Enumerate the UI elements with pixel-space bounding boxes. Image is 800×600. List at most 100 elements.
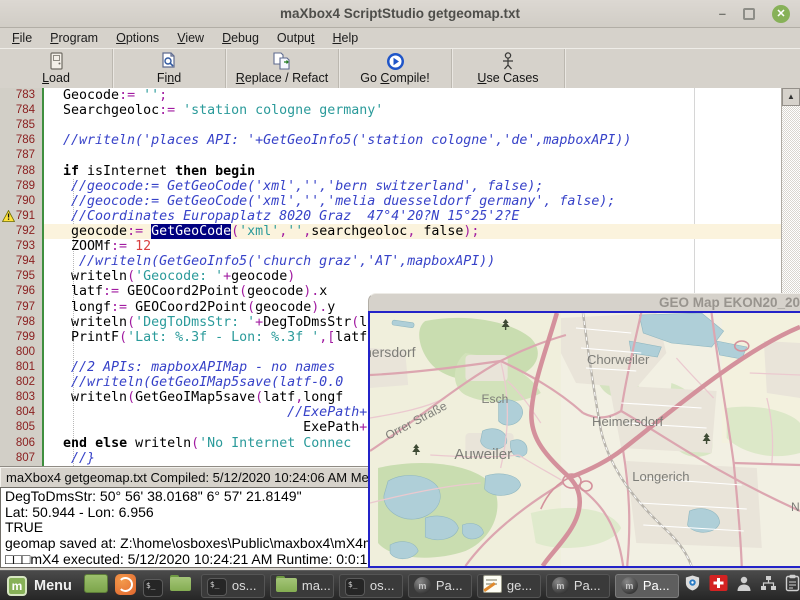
gutter-line-number: 788 — [0, 164, 44, 179]
openstreetmap-map: nersdorfChorweilerEschOrrer StraßeHeimer… — [370, 313, 800, 566]
gutter-line-number: 802 — [0, 375, 44, 390]
terminal-icon: $_ — [345, 575, 365, 596]
code-line-783[interactable]: 783 Geocode:= ''; — [0, 88, 782, 103]
gutter-line-number: 795 — [0, 269, 44, 284]
terminal-launcher-icon[interactable]: $_ — [143, 575, 163, 597]
code-line-788[interactable]: 788 if isInternet then begin — [0, 164, 782, 179]
close-button[interactable]: ✕ — [772, 5, 790, 23]
map-label: Longerich — [632, 469, 689, 484]
code-text: ZOOMf:= 12 — [44, 239, 782, 254]
find-button[interactable]: Find — [113, 49, 226, 88]
code-line-792[interactable]: 792 geocode:= GetGeoCode('xml','',search… — [0, 224, 782, 239]
maximize-button[interactable] — [743, 8, 755, 20]
taskbar-window-7[interactable]: m Pa... — [615, 574, 679, 598]
code-text: //writeln(GetGeoInfo5('church graz','AT'… — [44, 254, 782, 269]
map-canvas[interactable]: nersdorfChorweilerEschOrrer StraßeHeimer… — [368, 311, 800, 568]
replace-icon — [272, 52, 292, 70]
folder-icon — [276, 576, 297, 595]
code-line-787[interactable]: 787 — [0, 148, 782, 163]
gutter-line-number: 790 — [0, 194, 44, 209]
file-manager-launcher-icon[interactable] — [170, 575, 191, 596]
code-text: //Coordinates Europaplatz 8020 Graz 47°4… — [44, 209, 782, 224]
door-icon — [49, 52, 64, 70]
gutter-line-number: 799 — [0, 330, 44, 345]
map-label: Ni — [791, 500, 800, 514]
notepad-icon — [483, 575, 502, 596]
gutter-line-number: 803 — [0, 390, 44, 405]
selected-word[interactable]: GetGeoCode — [151, 224, 231, 239]
taskbar-window-2[interactable]: ma... — [270, 574, 334, 598]
firefox-launcher-icon[interactable] — [115, 574, 136, 597]
shield-icon[interactable] — [684, 574, 701, 597]
mint-menu-button[interactable]: m Menu — [0, 571, 84, 600]
map-title-bar[interactable]: GEO Map EKON20_20 — [368, 293, 800, 311]
taskbar: m Menu $_ $_os...ma...$_os...mPa...ge...… — [0, 570, 800, 600]
code-text: geocode:= GetGeoCode('xml','',searchgeol… — [44, 224, 782, 239]
map-window-title: GEO Map EKON20_20 — [659, 295, 800, 310]
gutter-line-number: 806 — [0, 436, 44, 451]
taskbar-windows: $_os...ma...$_os...mPa...ge...mPa...mPa.… — [201, 574, 684, 598]
network-icon[interactable] — [760, 575, 777, 597]
maxbox-icon: m — [621, 577, 638, 595]
menu-item-output[interactable]: Output — [268, 29, 324, 47]
user-icon[interactable] — [736, 575, 752, 597]
code-line-789[interactable]: 789 //geocode:= GetGeoCode('xml','','ber… — [0, 179, 782, 194]
code-text: Geocode:= ''; — [44, 88, 782, 103]
maxbox-icon: m — [414, 577, 431, 595]
desktop-screen: maXbox4 ScriptStudio getgeomap.txt – ✕ F… — [0, 0, 800, 600]
toolbar: LoadFindReplace / Refact Go Compile! Use C… — [0, 48, 800, 89]
gutter-line-number: 792 — [0, 224, 44, 239]
taskbar-window-4[interactable]: mPa... — [408, 574, 472, 598]
replace-refact-button[interactable]: Replace / Refact — [226, 49, 339, 88]
load-button[interactable]: Load — [0, 49, 113, 88]
code-line-786[interactable]: 786 //writeln('places API: '+GetGeoInfo5… — [0, 133, 782, 148]
code-text: //geocode:= GetGeoCode('xml','','melia d… — [44, 194, 782, 209]
minimize-button[interactable]: – — [719, 9, 726, 19]
gutter-line-number: 791 — [0, 209, 44, 224]
code-line-795[interactable]: 795 writeln('Geocode: '+geocode) — [0, 269, 782, 284]
code-line-784[interactable]: 784 Searchgeoloc:= 'station cologne germ… — [0, 103, 782, 118]
show-desktop-launcher-icon[interactable] — [84, 574, 108, 598]
title-bar[interactable]: maXbox4 ScriptStudio getgeomap.txt – ✕ — [0, 0, 800, 28]
gutter-line-number: 789 — [0, 179, 44, 194]
code-line-790[interactable]: 790 //geocode:= GetGeoCode('xml','','mel… — [0, 194, 782, 209]
clipboard-icon[interactable] — [785, 574, 800, 597]
menu-label: Menu — [34, 578, 72, 594]
taskbar-window-3[interactable]: $_ os... — [339, 574, 403, 598]
taskbar-window-6[interactable]: mPa... — [546, 574, 610, 598]
map-label: Chorweiler — [587, 352, 650, 367]
code-text: writeln('Geocode: '+geocode) — [44, 269, 782, 284]
code-line-785[interactable]: 785 — [0, 118, 782, 133]
gutter-line-number: 793 — [0, 239, 44, 254]
toolbar-button-label: Go Compile! — [360, 71, 429, 85]
gutter-line-number: 800 — [0, 345, 44, 360]
code-line-794[interactable]: 794 //writeln(GetGeoInfo5('church graz',… — [0, 254, 782, 269]
scrollbar-up-button[interactable]: ▲ — [782, 88, 800, 106]
taskbar-window-5[interactable]: ge... — [477, 574, 541, 598]
menu-item-debug[interactable]: Debug — [213, 29, 268, 47]
taskbar-window-label: os... — [232, 578, 257, 593]
taskbar-window-label: os... — [370, 578, 395, 593]
menu-item-program[interactable]: Program — [41, 29, 107, 47]
menu-bar: FileProgramOptionsViewDebugOutputHelp — [0, 28, 800, 48]
map-label: nersdorf — [370, 344, 416, 360]
taskbar-window-1[interactable]: $_os... — [201, 574, 265, 598]
menu-item-file[interactable]: File — [3, 29, 41, 47]
menu-item-help[interactable]: Help — [323, 29, 367, 47]
gutter-line-number: 805 — [0, 420, 44, 435]
code-text — [44, 148, 782, 163]
code-line-793[interactable]: 793 ZOOMf:= 12 — [0, 239, 782, 254]
taskbar-window-label: Pa... — [643, 578, 670, 593]
menu-item-view[interactable]: View — [168, 29, 213, 47]
quick-launchers: $_ — [84, 574, 191, 598]
go-compile-button[interactable]: Go Compile! — [339, 49, 452, 88]
code-line-791[interactable]: 791 //Coordinates Europaplatz 8020 Graz … — [0, 209, 782, 224]
gutter-line-number: 786 — [0, 133, 44, 148]
map-label: Esch — [482, 392, 509, 406]
toolbar-button-label: Use Cases — [477, 71, 538, 85]
red-cross-icon[interactable] — [709, 574, 728, 597]
gutter-line-number: 798 — [0, 315, 44, 330]
person-icon — [501, 52, 515, 70]
use-cases-button[interactable]: Use Cases — [452, 49, 565, 88]
menu-item-options[interactable]: Options — [107, 29, 168, 47]
